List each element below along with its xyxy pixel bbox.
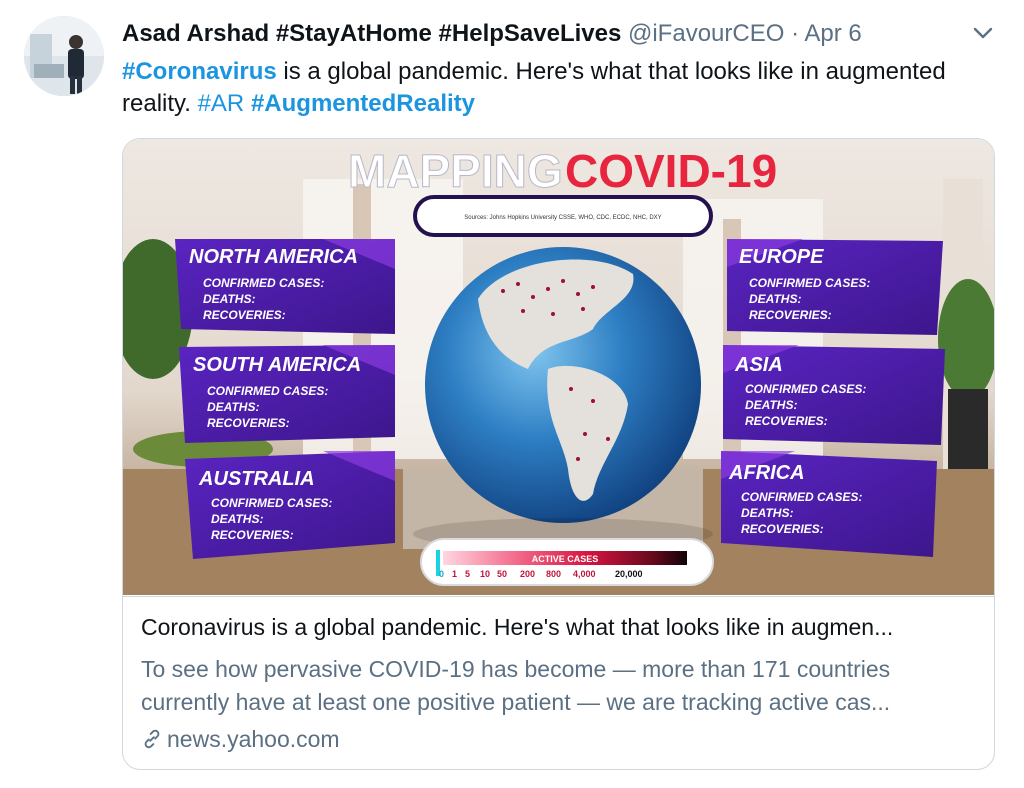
avatar[interactable]: [24, 16, 104, 96]
na-deaths-label: DEATHS:: [203, 292, 255, 306]
chevron-down-icon[interactable]: [968, 20, 998, 46]
panel-south-america: SOUTH AMERICA CONFIRMED CASES: DEATHS: R…: [179, 345, 395, 443]
panel-asia: ASIA CONFIRMED CASES: DEATHS: RECOVERIES…: [723, 345, 945, 445]
af-recoveries-label: RECOVERIES:: [741, 522, 824, 536]
panel-australia: AUSTRALIA CONFIRMED CASES: DEATHS: RECOV…: [185, 451, 395, 559]
panel-africa: AFRICA CONFIRMED CASES: DEATHS: RECOVERI…: [721, 451, 937, 557]
legend-tick-label: 4,000: [573, 569, 596, 579]
region-north-america: NORTH AMERICA: [189, 246, 358, 268]
header-separator: ·: [791, 20, 800, 47]
author-handle[interactable]: @iFavourCEO: [628, 20, 784, 47]
card-image[interactable]: MAPPING COVID-19 Sources: Johns Hopkins …: [123, 139, 994, 595]
legend-tick-label: 800: [546, 569, 561, 579]
active-cases-legend: ACTIVE CASES 0 1 5 10 50 200 800 4,000 20,000: [420, 538, 714, 586]
tweet-text: #Coronavirus is a global pandemic. Here'…: [122, 56, 982, 120]
title-mapping: MAPPING: [348, 145, 563, 197]
card-title[interactable]: Coronavirus is a global pandemic. Here's…: [141, 611, 981, 643]
covid-ar-illustration: MAPPING COVID-19 Sources: Johns Hopkins …: [123, 139, 994, 595]
card-info[interactable]: Coronavirus is a global pandemic. Here's…: [123, 596, 994, 769]
legend-title: ACTIVE CASES: [532, 554, 599, 564]
panel-north-america: NORTH AMERICA CONFIRMED CASES: DEATHS: R…: [175, 239, 395, 334]
link-card[interactable]: MAPPING COVID-19 Sources: Johns Hopkins …: [122, 138, 995, 770]
tweet-header: Asad Arshad #StayAtHome #HelpSaveLives @…: [122, 18, 972, 50]
panel-europe: EUROPE CONFIRMED CASES: DEATHS: RECOVERI…: [727, 239, 943, 335]
au-confirmed-label: CONFIRMED CASES:: [211, 496, 332, 510]
eu-recoveries-label: RECOVERIES:: [749, 308, 832, 322]
af-confirmed-label: CONFIRMED CASES:: [741, 490, 862, 504]
card-description: To see how pervasive COVID-19 has become…: [141, 656, 891, 715]
card-source-domain: news.yahoo.com: [167, 726, 340, 752]
na-recoveries-label: RECOVERIES:: [203, 308, 286, 322]
tweet-space: [244, 90, 251, 117]
legend-tick-label: 10: [480, 569, 490, 579]
tweet-date[interactable]: Apr 6: [804, 20, 861, 47]
region-europe: EUROPE: [739, 246, 824, 268]
sources-text: Sources: Johns Hopkins University CSSE, …: [464, 215, 661, 221]
hashtag-coronavirus[interactable]: #Coronavirus: [122, 58, 277, 85]
region-africa: AFRICA: [728, 462, 805, 484]
title-covid: COVID-19: [565, 145, 777, 197]
eu-deaths-label: DEATHS:: [749, 292, 801, 306]
as-deaths-label: DEATHS:: [745, 398, 797, 412]
na-confirmed-label: CONFIRMED CASES:: [203, 276, 324, 290]
af-deaths-label: DEATHS:: [741, 506, 793, 520]
au-recoveries-label: RECOVERIES:: [211, 528, 294, 542]
sa-recoveries-label: RECOVERIES:: [207, 416, 290, 430]
author-name[interactable]: Asad Arshad #StayAtHome #HelpSaveLives: [122, 20, 621, 47]
sa-confirmed-label: CONFIRMED CASES:: [207, 384, 328, 398]
region-asia: ASIA: [734, 354, 783, 376]
sa-deaths-label: DEATHS:: [207, 400, 259, 414]
eu-confirmed-label: CONFIRMED CASES:: [749, 276, 870, 290]
legend-tick-label: 5: [465, 569, 470, 579]
au-deaths-label: DEATHS:: [211, 512, 263, 526]
avatar-photo: [24, 16, 104, 96]
legend-tick-label: 0: [439, 569, 444, 579]
card-source[interactable]: news.yahoo.com: [141, 723, 340, 758]
legend-tick-label: 50: [497, 569, 507, 579]
legend-tick-label: 1: [452, 569, 457, 579]
region-australia: AUSTRALIA: [198, 468, 315, 490]
hashtag-ar[interactable]: #AR: [198, 90, 245, 117]
link-icon: [141, 726, 163, 758]
legend-tick-label: 200: [520, 569, 535, 579]
as-confirmed-label: CONFIRMED CASES:: [745, 382, 866, 396]
region-south-america: SOUTH AMERICA: [193, 354, 361, 376]
as-recoveries-label: RECOVERIES:: [745, 414, 828, 428]
legend-tick-label: 20,000: [615, 569, 643, 579]
hashtag-augmentedreality[interactable]: #AugmentedReality: [251, 90, 475, 117]
